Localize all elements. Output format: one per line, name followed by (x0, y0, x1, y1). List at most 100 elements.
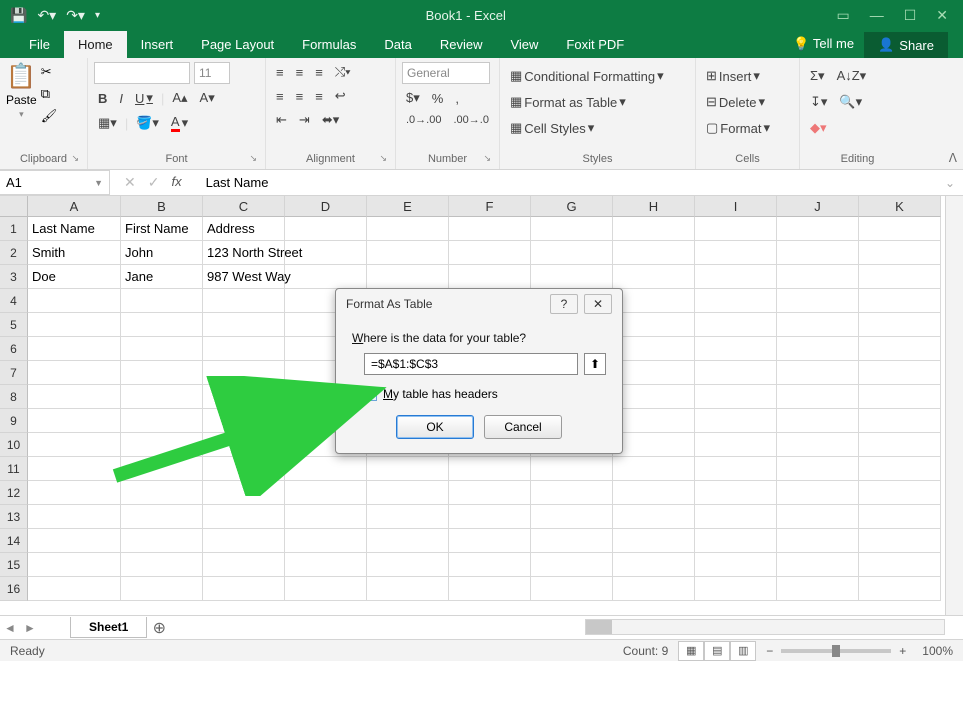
cell[interactable] (613, 553, 695, 577)
column-header[interactable]: C (203, 196, 285, 217)
cell[interactable] (285, 457, 367, 481)
cell[interactable] (777, 505, 859, 529)
cell[interactable] (613, 577, 695, 601)
increase-indent-icon[interactable]: ⇥ (295, 110, 314, 130)
column-header[interactable]: G (531, 196, 613, 217)
horizontal-scrollbar[interactable] (585, 619, 945, 635)
share-button[interactable]: 👤Share (864, 32, 948, 58)
name-box[interactable]: A1▼ (0, 170, 110, 195)
cell[interactable] (28, 289, 121, 313)
cell[interactable]: First Name (121, 217, 203, 241)
cell[interactable] (203, 505, 285, 529)
zoom-in-icon[interactable]: + (899, 644, 906, 658)
cell[interactable] (203, 481, 285, 505)
cell[interactable] (285, 577, 367, 601)
tab-foxit-pdf[interactable]: Foxit PDF (552, 31, 638, 58)
column-header[interactable]: B (121, 196, 203, 217)
underline-button[interactable]: U▾ (131, 88, 157, 108)
decrease-indent-icon[interactable]: ⇤ (272, 110, 291, 130)
cell[interactable] (367, 505, 449, 529)
cell[interactable] (777, 289, 859, 313)
cell[interactable] (28, 577, 121, 601)
cell[interactable] (367, 481, 449, 505)
cell[interactable] (777, 409, 859, 433)
cell[interactable] (203, 385, 285, 409)
page-break-view-icon[interactable]: ▥ (730, 641, 756, 661)
cell[interactable] (203, 529, 285, 553)
cell[interactable] (121, 457, 203, 481)
font-size-select[interactable] (194, 62, 230, 84)
tab-home[interactable]: Home (64, 31, 127, 58)
ribbon-display-icon[interactable]: ▭ (836, 7, 849, 24)
cell[interactable] (531, 505, 613, 529)
cell[interactable] (121, 529, 203, 553)
cell[interactable] (859, 457, 941, 481)
cell[interactable] (285, 529, 367, 553)
cell[interactable] (859, 217, 941, 241)
cell[interactable] (695, 361, 777, 385)
cell[interactable] (695, 289, 777, 313)
cell[interactable] (367, 265, 449, 289)
align-bottom-icon[interactable]: ≡ (311, 63, 327, 82)
cell[interactable] (613, 385, 695, 409)
formula-input[interactable]: Last Name (196, 175, 937, 190)
cell[interactable] (613, 481, 695, 505)
collapse-ribbon-icon[interactable]: ᐱ (949, 151, 957, 165)
cell[interactable] (121, 433, 203, 457)
cell[interactable] (28, 529, 121, 553)
cell[interactable] (121, 385, 203, 409)
cell[interactable] (367, 241, 449, 265)
cell[interactable]: 123 North Street (203, 241, 285, 265)
cell[interactable] (777, 217, 859, 241)
cell[interactable]: Jane (121, 265, 203, 289)
conditional-formatting-button[interactable]: ▦Conditional Formatting▾ (506, 66, 689, 86)
cell[interactable] (777, 385, 859, 409)
row-header[interactable]: 10 (0, 433, 28, 457)
tab-insert[interactable]: Insert (127, 31, 188, 58)
cell[interactable] (367, 529, 449, 553)
align-center-icon[interactable]: ≡ (292, 87, 308, 106)
ok-button[interactable]: OK (396, 415, 474, 439)
cell[interactable] (28, 337, 121, 361)
paste-button[interactable]: Paste (6, 93, 37, 107)
cell[interactable] (859, 289, 941, 313)
currency-icon[interactable]: $▾ (402, 88, 424, 108)
cell[interactable]: Doe (28, 265, 121, 289)
row-header[interactable]: 5 (0, 313, 28, 337)
new-sheet-button[interactable]: ⊕ (147, 618, 171, 638)
cell[interactable] (777, 529, 859, 553)
cell[interactable] (121, 313, 203, 337)
fill-icon[interactable]: ↧▾ (806, 92, 831, 112)
cell[interactable] (531, 217, 613, 241)
delete-cells-button[interactable]: ⊟Delete▾ (702, 92, 793, 112)
cell[interactable] (859, 361, 941, 385)
normal-view-icon[interactable]: ▦ (678, 641, 704, 661)
cell[interactable] (121, 361, 203, 385)
bold-button[interactable]: B (94, 89, 111, 108)
cell[interactable] (531, 265, 613, 289)
cell[interactable] (777, 433, 859, 457)
cell[interactable] (449, 577, 531, 601)
sheet-nav-prev-icon[interactable]: ◄ (0, 621, 20, 635)
font-color-icon[interactable]: A▾ (167, 112, 192, 134)
row-header[interactable]: 4 (0, 289, 28, 313)
row-header[interactable]: 7 (0, 361, 28, 385)
cell[interactable] (613, 409, 695, 433)
collapse-dialog-icon[interactable]: ⬆ (584, 353, 606, 375)
cell[interactable] (695, 385, 777, 409)
cell[interactable] (367, 457, 449, 481)
column-header[interactable]: E (367, 196, 449, 217)
cell[interactable] (367, 217, 449, 241)
zoom-level[interactable]: 100% (922, 644, 953, 658)
cell[interactable] (203, 409, 285, 433)
dialog-close-button[interactable]: ✕ (584, 294, 612, 314)
cell[interactable] (28, 313, 121, 337)
row-header[interactable]: 13 (0, 505, 28, 529)
tab-review[interactable]: Review (426, 31, 497, 58)
cancel-formula-icon[interactable]: ✕ (124, 174, 136, 191)
wrap-text-icon[interactable]: ↩ (331, 86, 350, 106)
cell[interactable] (531, 481, 613, 505)
cell[interactable] (28, 457, 121, 481)
cell[interactable] (695, 409, 777, 433)
cell[interactable] (695, 217, 777, 241)
